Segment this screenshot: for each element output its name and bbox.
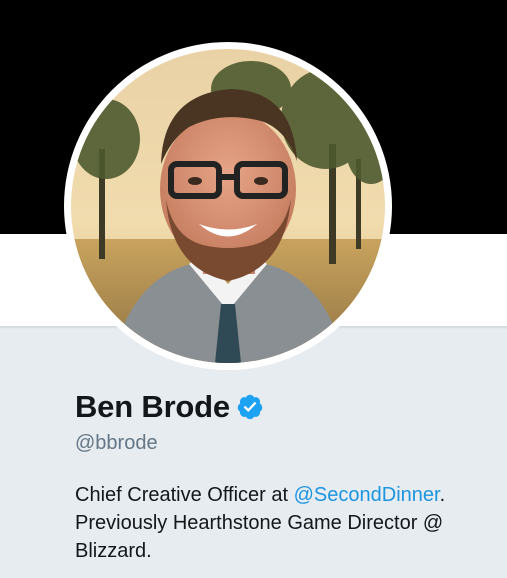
profile-avatar[interactable] <box>64 42 392 370</box>
profile-handle[interactable]: @bbrode <box>75 430 158 456</box>
bio-mention-link[interactable]: @SecondDinner <box>294 484 440 506</box>
profile-name[interactable]: Ben Brode <box>75 387 230 427</box>
profile-bio: Chief Creative Officer at @SecondDinner.… <box>75 481 495 565</box>
avatar-photo <box>71 49 385 363</box>
bio-text-1: Chief Creative Officer at <box>75 484 294 506</box>
profile-name-row: Ben Brode <box>75 387 264 427</box>
verified-badge-icon <box>236 393 264 421</box>
profile-page: Ben Brode @bbrode Chief Creative Officer… <box>0 0 507 578</box>
